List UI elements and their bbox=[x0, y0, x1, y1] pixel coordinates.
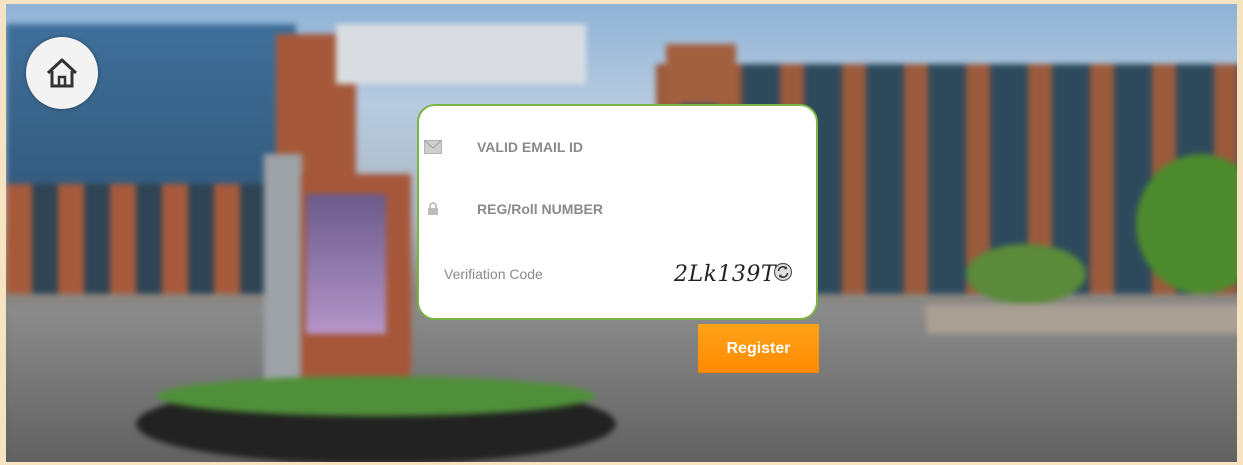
home-button[interactable] bbox=[26, 37, 98, 109]
envelope-icon bbox=[423, 137, 443, 157]
registration-card: Verifiation Code 2Lk139T bbox=[417, 104, 818, 320]
verification-row: Verifiation Code 2Lk139T bbox=[419, 254, 816, 294]
reg-number-row bbox=[419, 189, 816, 229]
email-field[interactable] bbox=[475, 131, 799, 163]
lock-icon bbox=[423, 199, 443, 219]
home-icon bbox=[46, 58, 78, 88]
refresh-icon[interactable] bbox=[773, 262, 793, 282]
verification-code-label: Verifiation Code bbox=[444, 266, 543, 282]
captcha-image: 2Lk139T bbox=[674, 261, 777, 287]
login-page: Verifiation Code 2Lk139T Register bbox=[0, 0, 1243, 465]
register-button[interactable]: Register bbox=[698, 324, 819, 373]
reg-number-field[interactable] bbox=[475, 193, 799, 225]
email-row bbox=[419, 127, 816, 167]
